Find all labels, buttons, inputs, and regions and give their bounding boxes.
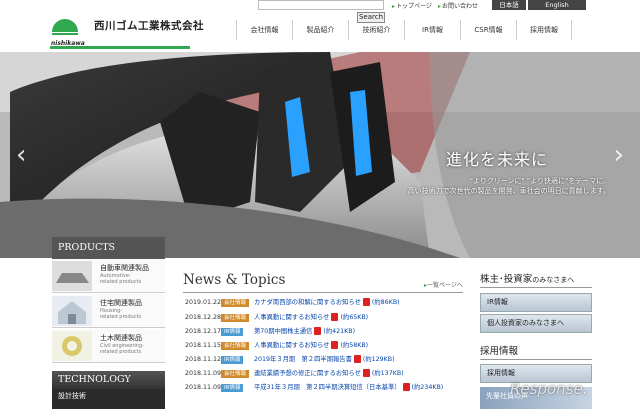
individual-investor-button[interactable]: 個人投資家のみなさまへ [480, 314, 592, 333]
watermark: Response. [510, 380, 588, 398]
pdf-icon [331, 313, 339, 321]
news-link[interactable]: 第70期中間株主通信 (約421KB) [254, 326, 355, 338]
category-badge: IR情報 [221, 356, 244, 364]
nav-csr[interactable]: CSR情報 [460, 20, 516, 40]
news-divider [183, 292, 463, 293]
hero-next-icon[interactable]: › [614, 140, 624, 170]
pdf-icon [402, 383, 410, 391]
nav-technology[interactable]: 技術紹介 [348, 20, 404, 40]
product-civil[interactable]: 土木関連製品 Civil engineering-related product… [52, 329, 165, 363]
housing-thumb-icon [52, 296, 92, 326]
pdf-icon [362, 369, 370, 377]
product-housing[interactable]: 住宅関連製品 Housing-related products [52, 294, 165, 328]
civil-thumb-icon [52, 331, 92, 361]
util-link-contact[interactable]: ▸お問い合わせ [438, 1, 478, 10]
news-item: 2019.01.22 会社情報 カナダ南西部の和解に関するお知らせ (約86KB) [183, 297, 468, 309]
arrow-icon: ▸ [392, 3, 396, 10]
investor-divider [480, 287, 592, 288]
news-item: 2018.12.17 IR情報 第70期中間株主通信 (約421KB) [183, 326, 468, 338]
recruit-divider [480, 359, 592, 360]
nav-recruit[interactable]: 採用情報 [516, 20, 572, 40]
lang-en-button[interactable]: English [528, 0, 586, 10]
news-item: 2018.11.09 会社情報 連結業績予想の修正に関するお知らせ (約137KB… [183, 368, 468, 380]
logo-mark-icon [52, 19, 78, 35]
news-link[interactable]: 人事異動に関するお知らせ (約65KB) [254, 312, 368, 324]
news-link[interactable]: 平成31年３月期 第２四半期決算短信〔日本基準〕 (約234KB) [254, 382, 443, 394]
news-link[interactable]: 2019年３月期 第２四半期報告書 (約129KB) [254, 354, 395, 366]
pdf-icon [353, 355, 361, 363]
lang-ja-button[interactable]: 日本語 [492, 0, 526, 10]
products-heading: PRODUCTS [52, 237, 165, 259]
arrow-icon: ▸ [438, 3, 442, 10]
news-heading: News & Topics [183, 272, 286, 288]
nav-ir[interactable]: IR情報 [404, 20, 460, 40]
hero-banner[interactable]: ‹ › 進化を未来に "よりクリーンに" "より快適に"をテーマに、 高い技術力… [0, 52, 640, 258]
news-link[interactable]: カナダ南西部の和解に関するお知らせ (約86KB) [254, 297, 400, 309]
search-input[interactable] [258, 0, 384, 10]
page: 西川ゴム工業株式会社 nishikawa Search ▸トップページ ▸お問い… [0, 0, 640, 409]
recruit-heading: 採用情報 [480, 346, 519, 357]
ir-info-button[interactable]: IR情報 [480, 293, 592, 312]
hero-subtext-2: 高い技術力で次世代の製品を開発、車社会の明日に貢献します。 [407, 187, 610, 195]
news-link[interactable]: 人事異動に関するお知らせ (約58KB) [254, 340, 368, 352]
news-item: 2018.11.09 IR情報 平成31年３月期 第２四半期決算短信〔日本基準〕… [183, 382, 468, 394]
news-link[interactable]: 連結業績予想の修正に関するお知らせ (約137KB) [254, 368, 404, 380]
news-more-link[interactable]: ▸一覧ページへ [424, 280, 463, 289]
technology-design-link[interactable]: 設計技術 [52, 389, 165, 409]
category-badge: 会社情報 [221, 299, 250, 307]
company-logo[interactable]: 西川ゴム工業株式会社 nishikawa [50, 10, 204, 47]
category-badge: 会社情報 [221, 370, 250, 378]
company-name: 西川ゴム工業株式会社 [94, 20, 204, 32]
news-item: 2018.11.15 会社情報 人事異動に関するお知らせ (約58KB) [183, 340, 468, 352]
category-badge: IR情報 [221, 328, 244, 336]
category-badge: 会社情報 [221, 314, 250, 322]
category-badge: IR情報 [221, 384, 244, 392]
technology-heading[interactable]: TECHNOLOGY [52, 371, 165, 389]
pdf-icon [314, 327, 322, 335]
hero-headline: 進化を未来に [446, 150, 549, 169]
pdf-icon [362, 298, 370, 306]
hero-prev-icon[interactable]: ‹ [16, 140, 26, 170]
product-automotive[interactable]: 自動車関連製品 Automotive-related products [52, 259, 165, 293]
hero-subtext-1: "よりクリーンに" "より快適に"をテーマに、 [469, 177, 610, 185]
logo-underline [50, 46, 190, 49]
nav-company[interactable]: 会社情報 [236, 20, 292, 40]
global-nav: 会社情報 製品紹介 技術紹介 IR情報 CSR情報 採用情報 [236, 20, 640, 40]
automotive-thumb-icon [52, 261, 92, 291]
news-item: 2018.12.28 会社情報 人事異動に関するお知らせ (約65KB) [183, 312, 468, 324]
category-badge: 会社情報 [221, 342, 250, 350]
pdf-icon [331, 341, 339, 349]
util-link-top[interactable]: ▸トップページ [392, 1, 432, 10]
nav-products[interactable]: 製品紹介 [292, 20, 348, 40]
news-item: 2018.11.12 IR情報 2019年３月期 第２四半期報告書 (約129KB… [183, 354, 468, 366]
investor-heading: 株主･投資家のみなさまへ [480, 274, 575, 285]
